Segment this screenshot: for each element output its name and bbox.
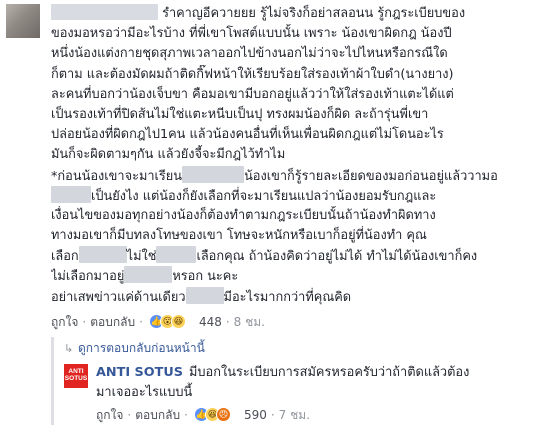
reply-actions: ถูกใจ · ตอบกลับ · 👍 😆 😠 590 · 7 ชม. <box>96 405 531 425</box>
redacted-text <box>182 165 245 183</box>
comment-line: หนึ่งน้องแต่งกายชุดสุภาพเวลาออกไปข้างนอก… <box>51 46 448 62</box>
comment-line: เลือก ไม่ใช่ เลือกคุณ ถ้าน้องคิดว่าอยู่ไม่… <box>51 246 531 266</box>
comment-line: รำคาญอีควายยย รู้ไม่จริงก็อย่าสลอนน รู้ก… <box>51 4 531 24</box>
commenter-avatar[interactable] <box>6 4 40 38</box>
like-link[interactable]: ถูกใจ <box>51 315 78 329</box>
view-previous-replies-link[interactable]: ↳ ดูการตอบกลับก่อนหน้านี้ <box>64 340 205 357</box>
angry-reaction-icon: 😠 <box>215 407 231 422</box>
redacted-name <box>51 4 158 20</box>
comment-line: เป็นยังไง แต่น้องก็ยังเลือกที่จะมาเรียนแ… <box>51 185 531 206</box>
reply-avatar[interactable]: ANTI SOTUS <box>64 364 88 388</box>
separator-dot: · <box>225 315 230 329</box>
comment-line: ไม่เลือกมาอยู่ หรอก นะคะ <box>51 266 531 286</box>
comment-line: เงื่อนไขของมอทุกอย่างน้องก็ต้องทำตามกฎระ… <box>51 207 436 223</box>
comment-line: ทางมอเขาก็มีบทลงโทษของเขา โทษจะหนักหรือเ… <box>51 228 427 244</box>
comment-line: ก็ตาม และต้องมัดผมถ้าติดกิ๊ฟหน้าให้เรียบ… <box>51 66 454 82</box>
reaction-count[interactable]: 448 <box>199 315 222 329</box>
comment-time[interactable]: 8 ชม. <box>234 315 265 329</box>
reaction-summary[interactable]: 👍 😆 😠 <box>193 407 244 423</box>
separator-dot: · <box>127 408 132 422</box>
comment-line: ละคนที่บอกว่าน้องเจ็บขา คือมอเขามีบอกอยู… <box>51 86 454 102</box>
haha-reaction-icon: 😆 <box>170 314 186 329</box>
comment-line: มันก็จะผิดตามๆกัน แล้วยังจี้จะมีกฎไว้ทำไ… <box>51 147 286 163</box>
reply-author-name[interactable]: ANTI SOTUS <box>96 365 183 380</box>
separator-dot: · <box>270 408 275 422</box>
reply-link[interactable]: ตอบกลับ <box>135 408 180 422</box>
comment-line: ของมอหรอว่ามีอะไรบ้าง ที่พี่เขาโพสต์แบบน… <box>51 26 452 42</box>
reply-time[interactable]: 7 ชม. <box>279 408 310 422</box>
comment-line: เป็นรองเท้าที่ปิดส้นไม่ใช่แตะหนีบเป็นปุ … <box>51 106 429 122</box>
reply-text: ANTI SOTUS มีบอกในระเบียบการสมัครหรอครับว… <box>96 365 470 400</box>
reply-arrow-icon: ↳ <box>64 342 74 355</box>
separator-dot: · <box>139 315 143 329</box>
redacted-text <box>78 246 127 264</box>
redacted-text <box>156 246 197 264</box>
separator-dot: · <box>184 408 188 422</box>
comment-actions: ถูกใจ · ตอบกลับ · 👍 😮 😆 448 · 8 ชม. <box>51 312 531 332</box>
comment-text: รำคาญอีควายยย รู้ไม่จริงก็อย่าสลอนน รู้ก… <box>51 4 531 307</box>
reaction-count[interactable]: 590 <box>244 408 267 422</box>
reply-thread-line <box>51 337 54 425</box>
comment-line: อย่าเสพข่าวแค่ด้านเดียว มีอะไรมากกว่าที่ค… <box>51 286 531 307</box>
comment-line: ปล่อยน้องที่ผิดกฎไป1คน แล้วน้องคนอื่นที่… <box>51 127 444 143</box>
reaction-summary[interactable]: 👍 😮 😆 <box>148 314 199 330</box>
like-link[interactable]: ถูกใจ <box>96 408 123 422</box>
redacted-text <box>124 266 173 284</box>
comment-line: *ก่อนน้องเขาจะมาเรียน น้องเขาก็รู้รายละเอ… <box>51 165 531 186</box>
redacted-text <box>51 185 91 203</box>
separator-dot: · <box>82 315 87 329</box>
reply-link[interactable]: ตอบกลับ <box>90 315 135 329</box>
redacted-text <box>185 286 224 304</box>
